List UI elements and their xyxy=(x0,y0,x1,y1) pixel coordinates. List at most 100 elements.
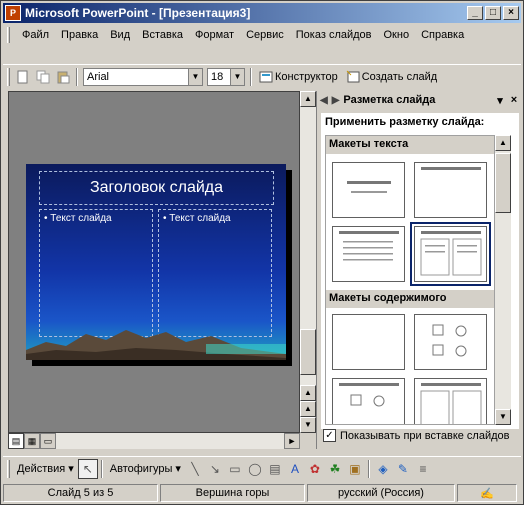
new-slide-icon xyxy=(346,70,360,82)
menu-edit[interactable]: Правка xyxy=(55,29,104,41)
designer-button[interactable]: Конструктор xyxy=(255,70,342,84)
clipart-icon[interactable]: ☘ xyxy=(325,459,345,479)
back-arrow-icon[interactable]: ◀ xyxy=(320,95,328,106)
designer-label: Конструктор xyxy=(275,70,338,83)
slide-right-text: Текст слайда xyxy=(169,213,231,224)
layout-blank[interactable] xyxy=(332,314,405,370)
maximize-button[interactable]: □ xyxy=(485,6,501,20)
autoshapes-menu[interactable]: Автофигуры ▾ xyxy=(106,462,185,476)
layout-title-only[interactable] xyxy=(414,162,487,218)
show-on-insert-row: ✓ Показывать при вставке слайдов xyxy=(323,429,510,442)
section-content-layouts: Макеты содержимого xyxy=(326,290,494,308)
actions-label: Действия xyxy=(17,462,66,475)
menu-slideshow[interactable]: Показ слайдов xyxy=(290,29,378,41)
chevron-down-icon[interactable]: ▼ xyxy=(230,68,244,85)
section-text-layouts: Макеты текста xyxy=(326,136,494,154)
textbox-icon[interactable]: ▤ xyxy=(265,459,285,479)
layout-title-slide[interactable] xyxy=(332,162,405,218)
horizontal-scroll-track[interactable] xyxy=(56,433,284,449)
slide-layout-task-pane: ◀ ▶ Разметка слайда ▾ × Применить размет… xyxy=(316,91,521,449)
forward-arrow-icon[interactable]: ▶ xyxy=(332,95,340,106)
scroll-up-arrow-icon[interactable]: ▲ xyxy=(495,135,511,151)
toolbar-separator xyxy=(367,459,370,478)
chevron-down-icon[interactable]: ▾ xyxy=(493,94,507,107)
toolbar-grip[interactable] xyxy=(7,67,10,86)
menu-bar: Файл Правка Вид Вставка Формат Сервис По… xyxy=(3,25,521,45)
normal-view-icon[interactable]: ▤ xyxy=(8,433,24,449)
gallery-scrollbar[interactable]: ▲ ▼ xyxy=(495,135,511,425)
line-color-icon[interactable]: ✎ xyxy=(393,459,413,479)
chevron-down-icon[interactable]: ▼ xyxy=(188,68,202,85)
apply-layout-label: Применить разметку слайда: xyxy=(325,116,485,128)
select-pointer-icon[interactable]: ↖ xyxy=(77,458,98,479)
previous-slide-icon[interactable]: ▲ xyxy=(300,401,316,417)
layout-title-two-columns[interactable] xyxy=(410,222,491,286)
scroll-down-arrow-icon[interactable]: ▼ xyxy=(495,409,511,425)
toolbar-separator xyxy=(100,459,103,478)
font-name-combo[interactable]: Arial ▼ xyxy=(83,67,203,86)
layout-title-two-content[interactable] xyxy=(414,378,487,424)
paste-icon[interactable] xyxy=(53,67,73,87)
mountain-design-graphic xyxy=(26,330,286,360)
scroll-thumb[interactable] xyxy=(300,329,316,375)
autoshapes-label: Автофигуры xyxy=(109,462,173,475)
layout-title-content[interactable] xyxy=(332,378,405,424)
arrow-icon[interactable]: ↘ xyxy=(205,459,225,479)
scroll-right-arrow-icon[interactable]: ► xyxy=(284,433,300,449)
close-button[interactable]: × xyxy=(503,6,519,20)
font-size-combo[interactable]: 18 ▼ xyxy=(207,67,245,86)
layout-content[interactable] xyxy=(414,314,487,370)
menu-insert[interactable]: Вставка xyxy=(136,29,189,41)
diagram-icon[interactable]: ✿ xyxy=(305,459,325,479)
menu-grip[interactable] xyxy=(7,27,10,43)
toolbar-separator xyxy=(250,67,252,86)
copy-icon[interactable] xyxy=(33,67,53,87)
slide-title-placeholder[interactable]: Заголовок слайда xyxy=(39,171,274,205)
slideshow-view-icon[interactable]: ▭ xyxy=(40,433,56,449)
layout-gallery: Макеты текста Макеты содержимого xyxy=(325,135,495,425)
menu-window[interactable]: Окно xyxy=(378,29,416,41)
slide-sorter-view-icon[interactable]: ▦ xyxy=(24,433,40,449)
scroll-thumb[interactable] xyxy=(495,153,511,213)
show-on-insert-checkbox[interactable]: ✓ xyxy=(323,429,336,442)
menu-format[interactable]: Формат xyxy=(189,29,240,41)
fill-color-icon[interactable]: ◈ xyxy=(373,459,393,479)
layout-title-text[interactable] xyxy=(332,226,405,282)
new-slide-button[interactable]: Создать слайд xyxy=(342,70,441,84)
view-bar: ▤ ▦ ▭ ► xyxy=(8,433,300,449)
menu-tools[interactable]: Сервис xyxy=(240,29,290,41)
next-slide-icon[interactable]: ▼ xyxy=(300,417,316,433)
toolbar-separator xyxy=(76,67,78,86)
new-document-icon[interactable] xyxy=(13,67,33,87)
status-bar: Слайд 5 из 5 Вершина горы русский (Росси… xyxy=(3,483,521,503)
slide-canvas[interactable]: Заголовок слайда • Текст слайда • Текст … xyxy=(26,164,286,360)
scroll-up-arrow-icon[interactable]: ▲ xyxy=(300,91,316,107)
slide-vertical-scrollbar[interactable]: ▲ ▲ ▲ ▼ xyxy=(300,91,316,433)
line-icon[interactable]: ╲ xyxy=(185,459,205,479)
menu-help[interactable]: Справка xyxy=(415,29,470,41)
status-language: русский (Россия) xyxy=(307,484,455,502)
rectangle-icon[interactable]: ▭ xyxy=(225,459,245,479)
formatting-toolbar: Arial ▼ 18 ▼ Конструктор Создать слайд xyxy=(3,64,521,88)
wordart-icon[interactable]: A xyxy=(285,459,305,479)
slide-right-text-placeholder[interactable]: • Текст слайда xyxy=(158,209,272,337)
picture-icon[interactable]: ▣ xyxy=(345,459,365,479)
spelling-status-icon[interactable]: ✍ xyxy=(457,484,517,502)
line-style-icon[interactable]: ≡ xyxy=(413,459,433,479)
slide-editing-area[interactable]: Заголовок слайда • Текст слайда • Текст … xyxy=(8,91,300,433)
menu-view[interactable]: Вид xyxy=(104,29,136,41)
close-icon[interactable]: × xyxy=(507,94,521,106)
font-size-value: 18 xyxy=(211,70,224,83)
minimize-button[interactable]: _ xyxy=(467,6,483,20)
task-pane-header: ◀ ▶ Разметка слайда ▾ × xyxy=(317,91,521,109)
scroll-up-arrow-icon[interactable]: ▲ xyxy=(300,385,316,401)
oval-icon[interactable]: ◯ xyxy=(245,459,265,479)
slide-left-text-placeholder[interactable]: • Текст слайда xyxy=(39,209,153,337)
show-on-insert-label: Показывать при вставке слайдов xyxy=(340,429,510,442)
menu-file[interactable]: Файл xyxy=(16,29,55,41)
status-slide-position: Слайд 5 из 5 xyxy=(3,484,158,502)
actions-menu[interactable]: Действия ▾ xyxy=(13,462,78,476)
task-pane-body: Применить разметку слайда: Макеты текста… xyxy=(321,113,519,429)
powerpoint-app-icon[interactable]: P xyxy=(5,5,21,21)
toolbar-grip[interactable] xyxy=(7,459,10,478)
